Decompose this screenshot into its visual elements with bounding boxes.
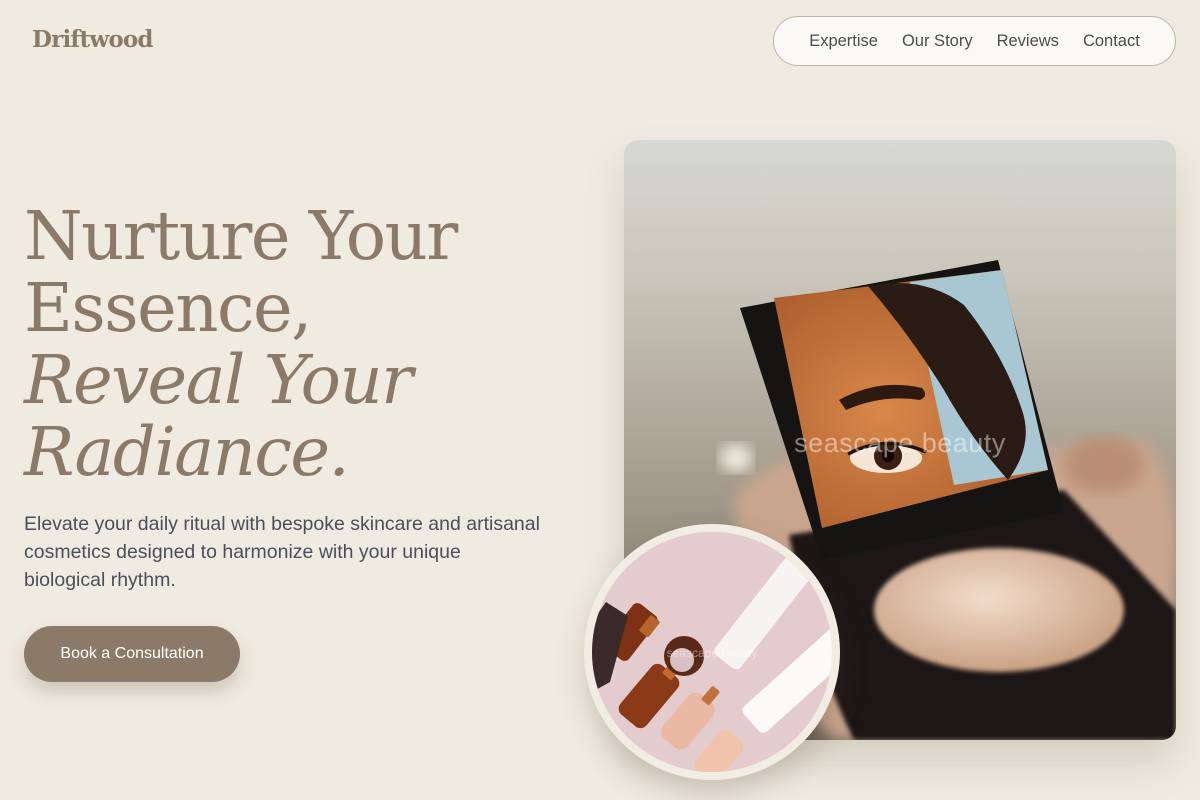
book-consultation-button[interactable]: Book a Consultation	[24, 626, 240, 682]
brand-logo[interactable]: Driftwood	[32, 26, 153, 53]
nav-link-our-story[interactable]: Our Story	[902, 32, 973, 51]
photo-watermark: seascape beauty	[794, 428, 1006, 458]
hero-title-line-2: Essence,	[24, 269, 312, 347]
hero-title-line-3: Reveal Your	[24, 341, 413, 419]
hero-title-line-1: Nurture Your	[24, 197, 458, 275]
main-nav: Expertise Our Story Reviews Contact	[773, 16, 1176, 66]
hero-description: Elevate your daily ritual with bespoke s…	[24, 513, 540, 591]
hero-title: Nurture Your Essence, Reveal Your Radian…	[24, 197, 458, 491]
product-photo-watermark: seascape beauty	[666, 646, 758, 660]
nav-link-reviews[interactable]: Reviews	[997, 32, 1059, 51]
product-photo-circle: seascape beauty	[584, 524, 840, 780]
nav-link-expertise[interactable]: Expertise	[809, 32, 878, 51]
nav-link-contact[interactable]: Contact	[1083, 32, 1140, 51]
hero-title-line-4: Radiance.	[24, 413, 350, 491]
